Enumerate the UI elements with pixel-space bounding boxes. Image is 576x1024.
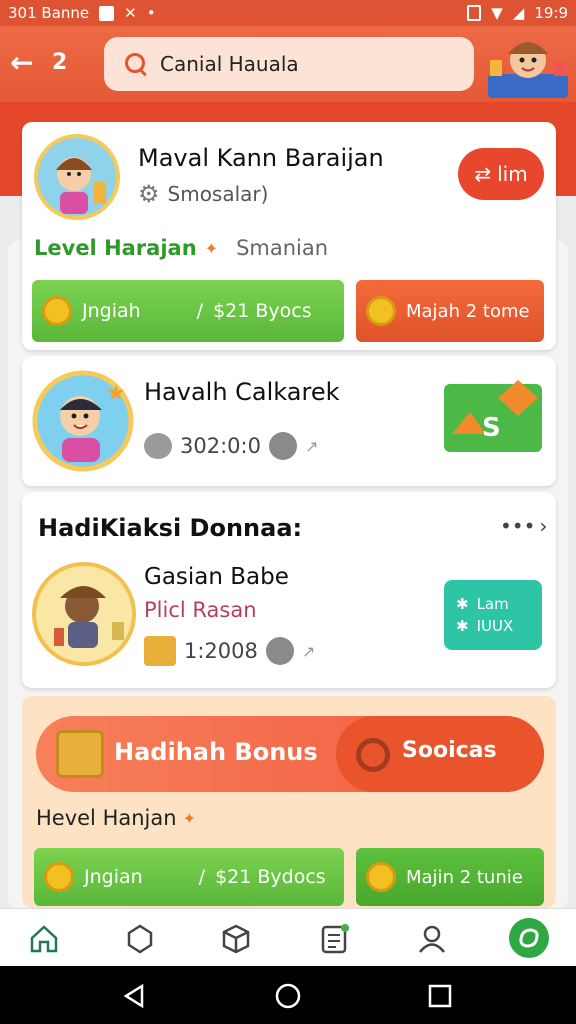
gift-avatar bbox=[32, 562, 136, 666]
refresh-fab-icon[interactable] bbox=[508, 917, 550, 959]
app-header: ← 2 bbox=[0, 26, 576, 102]
gift-action-button[interactable]: ✱ Lam ✱ IUUX bbox=[444, 580, 542, 650]
app-notify-icon: ✕ bbox=[124, 4, 137, 22]
profile-subtitle-row: ⚙ Smosalar) bbox=[138, 180, 268, 208]
system-home-icon[interactable] bbox=[274, 982, 302, 1010]
mascot-avatar-icon bbox=[488, 42, 568, 98]
battery-icon bbox=[467, 5, 482, 21]
bonus-level-label: Hevel Hanjan bbox=[36, 806, 177, 830]
bonus-match-button[interactable]: Majin 2 tunie bbox=[356, 848, 544, 906]
star-icon: ✱ bbox=[456, 617, 469, 635]
search-input[interactable] bbox=[160, 52, 440, 76]
bonus-level-row: Hevel Hanjan ✦ bbox=[36, 806, 196, 830]
wifi-icon: ▼ bbox=[491, 4, 503, 22]
rank-badge-text: lim bbox=[497, 162, 528, 186]
search-bar[interactable] bbox=[104, 37, 474, 91]
gift-action-line1: Lam bbox=[476, 595, 509, 613]
small-arrow-icon: ↗ bbox=[304, 436, 319, 456]
rank-icon: ⇄ bbox=[474, 162, 492, 186]
status-bar: 301 Banne ✕ • ▼ ◢ 19:9 bbox=[0, 0, 576, 26]
bonus-banner-right: Sooicas bbox=[402, 738, 497, 763]
level-label: Level Harajan bbox=[34, 236, 197, 260]
coin-stack-icon bbox=[366, 862, 396, 892]
sparkle-icon: ✦ bbox=[204, 238, 219, 258]
more-button[interactable]: ••• › bbox=[500, 514, 547, 538]
gift-action-line2: IUUX bbox=[476, 617, 514, 635]
gift-subtitle: Plicl Rasan bbox=[144, 598, 257, 622]
bonus-exchange-separator: / bbox=[198, 866, 206, 888]
token-icon bbox=[268, 432, 297, 460]
status-time: 19:9 bbox=[534, 4, 568, 22]
rank-badge[interactable]: ⇄ lim bbox=[458, 148, 544, 200]
match-button[interactable]: Majah 2 tome bbox=[356, 280, 544, 342]
back-arrow-icon[interactable]: ← bbox=[10, 48, 44, 78]
treasure-box-icon bbox=[56, 730, 104, 778]
star-icon: ✱ bbox=[456, 595, 469, 613]
search-icon bbox=[124, 52, 148, 76]
section-title: HadiKiaksi Donnaa: bbox=[38, 514, 303, 542]
friend-name: Havalh Calkarek bbox=[144, 378, 340, 406]
gift-section: HadiKiaksi Donnaa: ••• › Gasian Babe Pli… bbox=[22, 492, 556, 688]
system-nav-bar bbox=[0, 966, 576, 1024]
exchange-value: $21 Byocs bbox=[213, 300, 312, 322]
exchange-button[interactable]: Jngiah / $21 Byocs bbox=[32, 280, 344, 342]
bonus-exchange-button[interactable]: Jngian / $21 Bydocs bbox=[34, 848, 344, 906]
match-label: Majah 2 tome bbox=[406, 300, 530, 322]
exchange-separator: / bbox=[196, 300, 204, 322]
ring-icon bbox=[356, 738, 390, 772]
coin-icon bbox=[42, 296, 72, 326]
bonus-banner-label: Hadihah Bonus bbox=[114, 738, 318, 766]
gift-name: Gasian Babe bbox=[144, 564, 289, 590]
gift-boxes-icon[interactable]: S bbox=[442, 378, 544, 456]
bottom-nav bbox=[0, 908, 576, 966]
notification-icon bbox=[99, 5, 115, 21]
system-back-icon[interactable] bbox=[120, 982, 148, 1010]
more-dots: ••• bbox=[500, 514, 536, 538]
home-icon[interactable] bbox=[28, 923, 60, 955]
header-secondary-button[interactable]: 2 bbox=[52, 48, 67, 78]
sparkle-icon: ✦ bbox=[182, 808, 196, 828]
profile-name: Maval Kann Baraijan bbox=[138, 144, 384, 172]
dot-icon: • bbox=[146, 4, 156, 22]
small-arrow-icon: ↗ bbox=[301, 641, 316, 661]
profile-icon[interactable] bbox=[416, 923, 448, 955]
gift-amount: 1:2008 bbox=[184, 639, 258, 663]
chevron-right-icon: › bbox=[539, 514, 548, 538]
coin-stack-icon bbox=[366, 296, 396, 326]
document-icon[interactable] bbox=[318, 923, 350, 955]
bonus-exchange-label: Jngian bbox=[84, 866, 143, 888]
signal-icon: ◢ bbox=[512, 4, 525, 22]
status-left-text: 301 Banne bbox=[8, 4, 90, 22]
level-row: Level Harajan ✦ Smanian bbox=[34, 236, 328, 260]
profile-subtitle: Smosalar) bbox=[167, 182, 269, 206]
bonus-match-label: Majin 2 tunie bbox=[406, 866, 523, 888]
bonus-section: Hadihah Bonus Sooicas Hevel Hanjan ✦ Jng… bbox=[22, 696, 556, 908]
friend-amount-row: 302:0:0 ↗ bbox=[144, 432, 318, 460]
gift-amount-row: 1:2008 ↗ bbox=[144, 636, 315, 666]
token-icon bbox=[265, 637, 294, 665]
diamond-icon bbox=[144, 433, 172, 459]
bonus-exchange-value: $21 Bydocs bbox=[215, 866, 326, 888]
level-value: Smanian bbox=[236, 236, 329, 260]
svg-text:★: ★ bbox=[106, 381, 126, 406]
coin-icon bbox=[44, 862, 74, 892]
gift-box-icon bbox=[144, 636, 176, 666]
friend-card[interactable]: ★ Havalh Calkarek 302:0:0 ↗ S bbox=[22, 356, 556, 486]
bonus-banner[interactable]: Hadihah Bonus Sooicas bbox=[36, 716, 544, 792]
box-icon[interactable] bbox=[220, 923, 252, 955]
gear-icon[interactable]: ⚙ bbox=[138, 180, 160, 208]
profile-avatar bbox=[34, 134, 120, 220]
gift-action-line1-row: ✱ Lam bbox=[456, 595, 542, 613]
friend-avatar: ★ bbox=[32, 370, 134, 472]
svg-text:S: S bbox=[482, 413, 501, 443]
system-recents-icon[interactable] bbox=[426, 982, 454, 1010]
gift-action-line2-row: ✱ IUUX bbox=[456, 617, 542, 635]
exchange-label: Jngiah bbox=[82, 300, 141, 322]
profile-card: Maval Kann Baraijan ⚙ Smosalar) ⇄ lim Le… bbox=[22, 122, 556, 350]
explore-icon[interactable] bbox=[124, 923, 156, 955]
friend-amount: 302:0:0 bbox=[180, 434, 261, 458]
